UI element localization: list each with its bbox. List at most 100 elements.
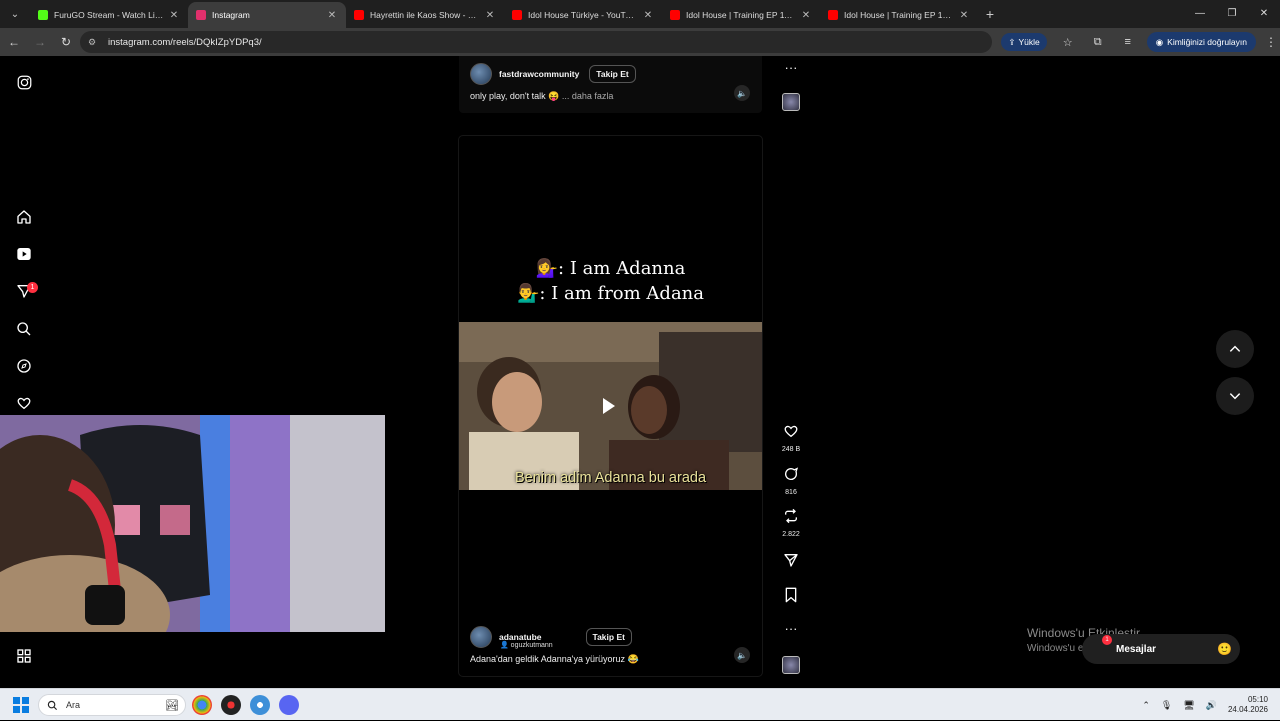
like-button[interactable]: 248 B [779, 423, 803, 453]
verify-identity-button[interactable]: ◉ Kimliğinizi doğrulayın [1146, 32, 1256, 52]
avatar[interactable] [470, 626, 492, 648]
explore-compass-icon[interactable] [14, 356, 34, 376]
follow-button[interactable]: Takip Et [589, 65, 636, 83]
instagram-logo-icon[interactable] [14, 72, 34, 92]
play-icon[interactable] [603, 398, 615, 414]
previous-audio-thumbnail[interactable] [782, 93, 800, 111]
overlay-line-1: 💁‍♀️: I am Adanna [535, 258, 686, 279]
more-options-icon[interactable]: ··· [779, 621, 803, 636]
browser-tab[interactable]: Idol House | Training EP 12 | As ✕ [820, 2, 978, 28]
minimize-button[interactable]: — [1184, 0, 1216, 26]
save-button[interactable] [779, 587, 803, 608]
search-icon[interactable] [14, 319, 34, 339]
webcam-overlay [0, 415, 385, 632]
settings-app-taskbar-icon[interactable] [250, 695, 270, 715]
search-highlight-icon: 🏞 [165, 699, 179, 712]
browser-tab[interactable]: FuruGO Stream - Watch Live on ✕ [30, 2, 188, 28]
messages-badge: 1 [1102, 635, 1112, 645]
new-tab-button[interactable]: + [978, 2, 1002, 26]
notification-badge: 1 [27, 282, 38, 293]
tray-overflow-icon[interactable]: ⌃ [1142, 700, 1150, 711]
tab-search-button[interactable]: ⌄ [4, 3, 26, 25]
network-icon[interactable]: 🖥 [1183, 700, 1194, 711]
browser-menu-icon[interactable]: ⋮ [1262, 35, 1280, 49]
windows-start-icon[interactable] [13, 697, 29, 713]
microphone-icon[interactable]: 🎙 [1161, 700, 1172, 711]
tab-favicon-icon [512, 10, 522, 20]
site-info-icon[interactable]: ⚙ [88, 36, 100, 48]
reload-button[interactable]: ↻ [54, 30, 78, 54]
home-icon[interactable] [14, 207, 34, 227]
upload-icon: ⇪ [1008, 36, 1016, 47]
previous-reel-more-icon[interactable]: ··· [779, 60, 803, 75]
tab-list: FuruGO Stream - Watch Live on ✕ Instagram ✕… [30, 2, 978, 28]
webcam-scene [0, 415, 385, 632]
mute-icon[interactable]: 🔈 [734, 647, 750, 663]
notifications-heart-icon[interactable] [14, 393, 34, 413]
browser-tab[interactable]: Hayrettin ile Kaos Show - 2.Sez ✕ [346, 2, 504, 28]
overlay-line-2: 💁‍♂️: I am from Adana [516, 283, 705, 304]
previous-reel-card[interactable]: fastdrawcommunity Takip Et only play, do… [459, 56, 762, 113]
tab-close-icon[interactable]: ✕ [800, 10, 812, 21]
tab-favicon-icon [670, 10, 680, 20]
mute-icon[interactable]: 🔈 [734, 85, 750, 101]
chrome-taskbar-icon[interactable] [192, 695, 212, 715]
clock-date: 24.04.2026 [1227, 705, 1268, 714]
forward-button[interactable]: → [28, 30, 52, 54]
close-window-button[interactable]: ✕ [1248, 0, 1280, 26]
comment-button[interactable]: 816 [779, 466, 803, 496]
current-reel-card[interactable]: 💁‍♀️: I am Adanna 💁‍♂️: I am from Adana … [459, 136, 762, 676]
follow-button[interactable]: Takip Et [585, 628, 632, 646]
repost-button[interactable]: 2.822 [779, 508, 803, 538]
upload-label: Yükle [1018, 37, 1040, 47]
browser-tab[interactable]: Instagram ✕ [188, 2, 346, 28]
tab-close-icon[interactable]: ✕ [642, 10, 654, 21]
next-reel-button[interactable] [1216, 377, 1254, 415]
audio-credit[interactable]: 👤 oguzkutmann [500, 641, 553, 649]
more-link[interactable]: ... daha fazla [562, 91, 614, 101]
extensions-icon[interactable]: ⧉ [1087, 31, 1109, 53]
profile-icon: ◉ [1155, 36, 1164, 47]
audio-credit-name: oguzkutmann [510, 642, 553, 649]
share-button[interactable] [779, 552, 803, 573]
more-menu-icon[interactable] [14, 646, 34, 666]
previous-reel-button[interactable] [1216, 330, 1254, 368]
volume-icon[interactable]: 🔊 [1206, 700, 1217, 711]
back-button[interactable]: ← [2, 30, 26, 54]
taskbar-search[interactable]: Ara 🏞 [38, 694, 186, 716]
tab-title: Instagram [212, 10, 250, 20]
tab-close-icon[interactable]: ✕ [326, 10, 338, 21]
chevron-down-icon [1229, 393, 1241, 400]
browser-tab[interactable]: Idol House | Training EP 11 | As ✕ [662, 2, 820, 28]
send-icon [784, 554, 798, 567]
tab-close-icon[interactable]: ✕ [168, 10, 180, 21]
browser-tab[interactable]: Idol House Türkiye - YouTube ✕ [504, 2, 662, 28]
reading-list-icon[interactable]: ≡ [1117, 31, 1139, 53]
reels-icon[interactable] [14, 244, 34, 264]
reel-video[interactable]: Benim adim Adanna bu arada [459, 322, 762, 490]
address-bar[interactable]: ⚙ instagram.com/reels/DQkIZpYDPq3/ [80, 31, 992, 53]
tab-favicon-icon [354, 10, 364, 20]
messages-avatar-icon: 🙂 [1217, 642, 1232, 656]
repost-icon [785, 508, 797, 524]
discord-taskbar-icon[interactable] [279, 695, 299, 715]
avatar[interactable] [470, 63, 492, 85]
upload-button[interactable]: ⇪ Yükle [1001, 33, 1047, 51]
tab-title: Idol House | Training EP 11 | As [686, 10, 796, 20]
tab-title: Idol House Türkiye - YouTube [528, 10, 638, 20]
tab-favicon-icon [828, 10, 838, 20]
search-icon [47, 700, 58, 710]
like-count: 248 B [781, 446, 801, 453]
tab-close-icon[interactable]: ✕ [958, 10, 970, 21]
tab-close-icon[interactable]: ✕ [484, 10, 496, 21]
previous-reel-caption: only play, don't talk 😝 ... daha fazla [470, 91, 613, 102]
restore-button[interactable]: ❐ [1216, 0, 1248, 26]
clock[interactable]: 05:10 24.04.2026 [1228, 695, 1268, 715]
toolbar-right: ⇪ Yükle ☆ ⧉ ≡ ◉ Kimliğinizi doğrulayın ⋮ [1001, 31, 1280, 53]
video-subtitle: Benim adim Adanna bu arada [514, 470, 707, 486]
username[interactable]: fastdrawcommunity [499, 69, 579, 79]
bookmark-star-icon[interactable]: ☆ [1057, 31, 1079, 53]
comment-icon [785, 467, 799, 480]
recording-app-taskbar-icon[interactable] [221, 695, 241, 715]
audio-thumbnail[interactable] [782, 656, 800, 674]
